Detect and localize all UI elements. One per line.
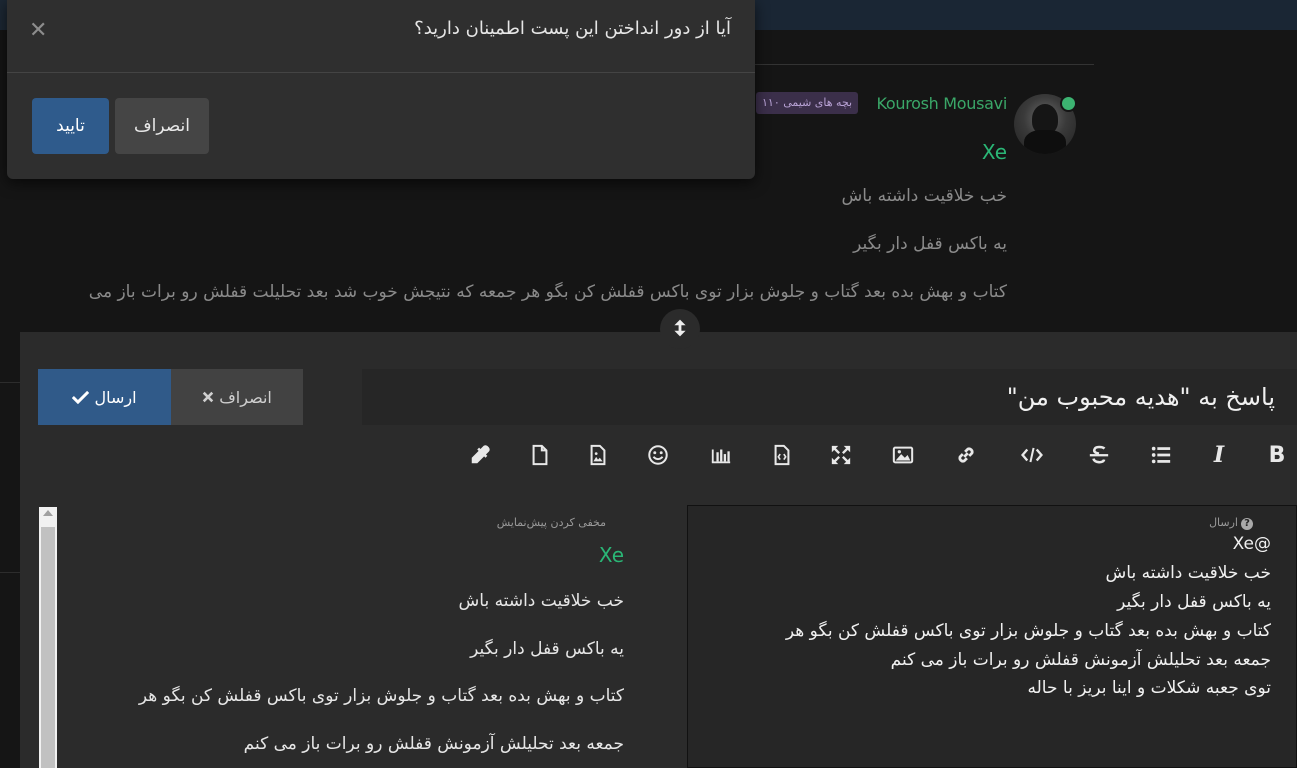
code-svg bbox=[1021, 447, 1043, 463]
help-icon: ? bbox=[1241, 518, 1253, 530]
avatar-body bbox=[1024, 130, 1066, 154]
resize-handle-icon[interactable] bbox=[660, 309, 700, 349]
code-icon[interactable] bbox=[1017, 440, 1047, 470]
discard-confirm-modal: ✕ آیا از دور انداختن این پست اطمینان دار… bbox=[7, 0, 755, 179]
formatting-help-label: ارسال bbox=[1209, 516, 1238, 529]
modal-cancel-button[interactable]: انصراف bbox=[115, 98, 209, 154]
chart-icon[interactable] bbox=[706, 440, 736, 470]
scrollbar-thumb[interactable] bbox=[41, 527, 55, 768]
preview-mention[interactable]: Xe bbox=[599, 543, 624, 567]
post-username[interactable]: Kourosh Mousavi bbox=[877, 94, 1008, 113]
side-divider bbox=[0, 382, 20, 383]
color-picker-icon[interactable] bbox=[465, 440, 495, 470]
file-image-svg bbox=[590, 444, 606, 466]
post-line: یه باکس قفل دار بگیر bbox=[853, 234, 1007, 254]
title-input[interactable] bbox=[362, 369, 1297, 425]
preview-scrollbar[interactable] bbox=[39, 507, 57, 768]
preview-line: جمعه بعد تحلیلش آزمونش قفلش رو برات باز … bbox=[243, 734, 624, 754]
editor-line: جمعه بعد تحلیلش آزمونش قفلش رو برات باز … bbox=[890, 650, 1271, 670]
bold-icon[interactable]: B bbox=[1262, 440, 1292, 470]
list-svg bbox=[1151, 446, 1171, 464]
page: Kourosh Mousavi بچه های شیمی ۱۱۰ Xe خب خ… bbox=[0, 0, 1297, 768]
link-icon[interactable] bbox=[951, 440, 981, 470]
strikethrough-svg bbox=[1089, 445, 1109, 464]
discard-label: انصراف bbox=[219, 387, 272, 407]
image-icon[interactable] bbox=[888, 440, 918, 470]
discard-button[interactable]: انصراف bbox=[171, 369, 303, 425]
editor-line: یه باکس قفل دار بگیر bbox=[1117, 592, 1271, 612]
close-icon[interactable]: ✕ bbox=[29, 18, 47, 43]
fullscreen-icon[interactable] bbox=[826, 440, 856, 470]
poll-chart-svg bbox=[711, 449, 731, 464]
preview-line: یه باکس قفل دار بگیر bbox=[470, 639, 624, 659]
top-bar-segment bbox=[755, 0, 1297, 30]
formatting-help[interactable]: ?ارسال bbox=[1209, 516, 1253, 530]
file-svg bbox=[532, 444, 548, 466]
online-status-icon bbox=[1060, 95, 1077, 112]
editor-line: توی جعبه شکلات و اینا بریز با حاله bbox=[1027, 678, 1271, 698]
side-divider bbox=[0, 572, 20, 573]
bold-glyph: B bbox=[1268, 442, 1286, 468]
italic-icon[interactable]: I bbox=[1204, 440, 1234, 470]
editor-textarea[interactable]: ?ارسال @Xe خب خلاقیت داشته باش یه باکس ق… bbox=[687, 505, 1297, 768]
file-icon[interactable] bbox=[525, 440, 555, 470]
post-line: کتاب و بهش بده بعد گتاب و جلوش بزار توی … bbox=[88, 282, 1007, 302]
group-badge[interactable]: بچه های شیمی ۱۱۰ bbox=[756, 92, 859, 114]
times-icon bbox=[202, 391, 214, 402]
image-file-icon[interactable] bbox=[583, 440, 613, 470]
scroll-up-icon[interactable] bbox=[43, 510, 53, 516]
editor-line: کتاب و بهش بده بعد گتاب و جلوش بزار توی … bbox=[785, 621, 1271, 641]
submit-label: ارسال bbox=[94, 387, 137, 407]
italic-glyph: I bbox=[1213, 442, 1225, 468]
file-upload-icon[interactable] bbox=[767, 440, 797, 470]
eyedropper-svg bbox=[471, 445, 490, 464]
strikethrough-icon[interactable] bbox=[1084, 440, 1114, 470]
expand-arrows-svg bbox=[831, 445, 851, 465]
link-svg bbox=[958, 447, 974, 463]
modal-title: آیا از دور انداختن این پست اطمینان دارید… bbox=[414, 18, 731, 39]
post-mention[interactable]: Xe bbox=[982, 140, 1007, 164]
file-code-svg bbox=[774, 444, 790, 466]
list-icon[interactable] bbox=[1146, 440, 1176, 470]
check-icon bbox=[72, 390, 90, 404]
modal-divider bbox=[7, 72, 755, 73]
hide-preview-link[interactable]: مخفی کردن پیش‌نمایش bbox=[497, 516, 606, 529]
image-svg bbox=[892, 446, 914, 464]
editor-line: @Xe bbox=[1232, 534, 1271, 554]
preview-pane: مخفی کردن پیش‌نمایش Xe خب خلاقیت داشته ب… bbox=[57, 505, 650, 768]
submit-button[interactable]: ارسال bbox=[38, 369, 171, 425]
vertical-arrows-icon bbox=[674, 319, 686, 337]
editor-line: خب خلاقیت داشته باش bbox=[1105, 563, 1271, 583]
post-divider bbox=[740, 64, 1094, 65]
emoji-icon[interactable] bbox=[643, 440, 673, 470]
smile-svg bbox=[648, 445, 668, 465]
preview-line: کتاب و بهش بده بعد گتاب و جلوش بزار توی … bbox=[138, 686, 624, 706]
preview-line: خب خلاقیت داشته باش bbox=[458, 591, 624, 611]
confirm-button[interactable]: تایید bbox=[32, 98, 109, 154]
post-line: خب خلاقیت داشته باش bbox=[841, 186, 1007, 206]
